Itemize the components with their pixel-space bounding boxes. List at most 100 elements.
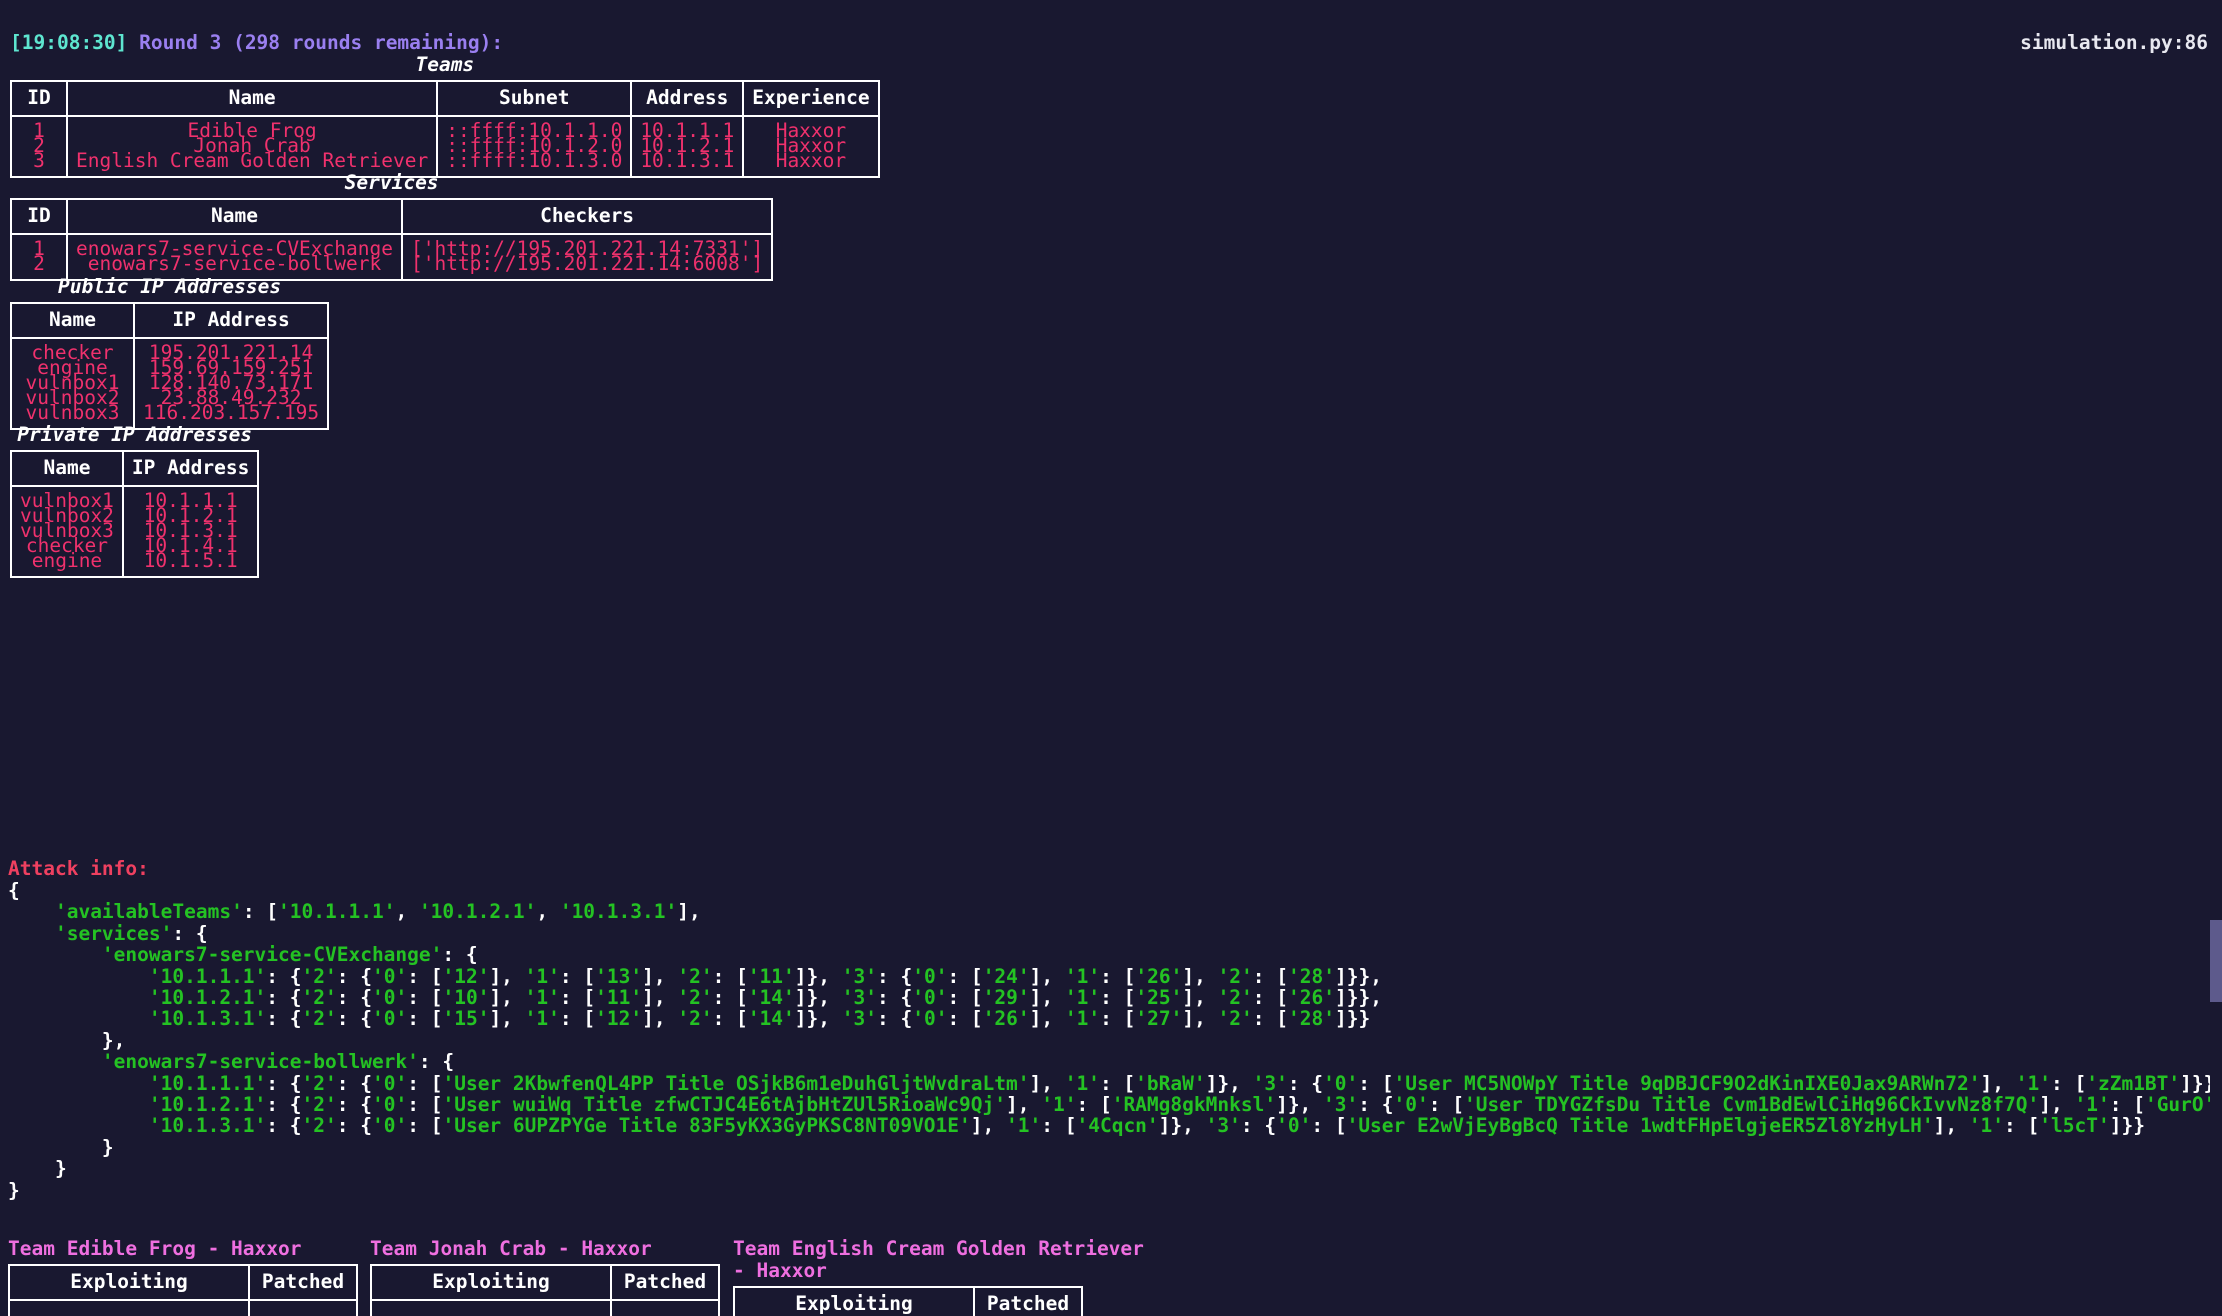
json-punctuation: : [: [560, 965, 595, 988]
json-string: '1': [1065, 1007, 1100, 1030]
table-cell: ['http://195.201.221.14:6008']: [402, 256, 772, 280]
json-string: '26': [983, 1007, 1030, 1030]
json-punctuation: : {: [877, 965, 912, 988]
column-header: Name: [11, 451, 123, 486]
json-string: '1': [1065, 1072, 1100, 1095]
json-string: '28': [1288, 1007, 1335, 1030]
json-punctuation: ],: [489, 986, 524, 1009]
table-cell: 10.1.5.1: [123, 553, 258, 577]
json-string: 'User E2wVjEyBgBcQ Title 1wdtFHpElgjeER5…: [1347, 1114, 1934, 1137]
json-punctuation: ],: [1029, 1072, 1064, 1095]
exploiting-cell: [9, 1300, 249, 1316]
json-string: '0': [372, 1114, 407, 1137]
team-panel-english-cream-golden-retriever: Team English Cream Golden Retriever - Ha…: [733, 1238, 1144, 1316]
json-line: '10.1.1.1': {'2': {'0': ['12'], '1': ['1…: [8, 966, 2222, 987]
column-header: Name: [67, 81, 437, 116]
round-status-text: Round 3 (298 rounds remaining):: [139, 31, 503, 54]
json-string: '1': [1065, 965, 1100, 988]
column-header: Subnet: [437, 81, 631, 116]
json-string: '10.1.1.1': [149, 965, 266, 988]
table-header-row: NameIP Address: [11, 303, 328, 338]
json-string: '2': [1218, 965, 1253, 988]
json-punctuation: [8, 1072, 149, 1095]
public-ip-table-block: Public IP Addresses NameIP Address check…: [10, 276, 329, 430]
json-line: 'availableTeams': ['10.1.1.1', '10.1.2.1…: [8, 901, 2222, 922]
column-header: IP Address: [123, 451, 258, 486]
column-header: Checkers: [402, 199, 772, 234]
services-table-caption: Services: [10, 172, 773, 193]
json-punctuation: : [: [2110, 1093, 2145, 1116]
json-string: '2': [302, 1114, 337, 1137]
json-punctuation: : [: [407, 965, 442, 988]
json-punctuation: : [: [1311, 1114, 1346, 1137]
json-string: '10': [442, 986, 489, 1009]
column-header: Exploiting: [371, 1265, 611, 1300]
json-punctuation: ]}},: [1335, 965, 1382, 988]
json-string: '0': [912, 986, 947, 1009]
json-line: {: [8, 880, 2222, 901]
team-panel-edible-frog: Team Edible Frog - Haxxor ExploitingPatc…: [8, 1238, 358, 1316]
json-string: 'enowars7-service-bollwerk': [102, 1050, 419, 1073]
json-punctuation: ]}}: [2110, 1114, 2145, 1137]
terminal-window: [19:08:30] Round 3 (298 rounds remaining…: [0, 0, 2222, 1316]
json-string: '1': [525, 1007, 560, 1030]
json-punctuation: : [: [1076, 1093, 1111, 1116]
json-line: }: [8, 1158, 2222, 1179]
services-table-block: Services IDNameCheckers 1enowars7-servic…: [10, 172, 773, 281]
json-punctuation: : [: [947, 965, 982, 988]
json-string: '2': [677, 1007, 712, 1030]
vertical-scrollbar-thumb[interactable]: [2210, 920, 2222, 1002]
json-punctuation: ]},: [795, 1007, 842, 1030]
json-punctuation: [8, 943, 102, 966]
json-punctuation: : {: [1358, 1093, 1393, 1116]
table-header-row: IDNameCheckers: [11, 199, 772, 234]
json-string: '3': [842, 986, 877, 1009]
json-string: '1': [1006, 1114, 1041, 1137]
json-punctuation: : {: [266, 986, 301, 1009]
json-string: '12': [442, 965, 489, 988]
vertical-scrollbar-track[interactable]: [2210, 0, 2222, 1316]
json-punctuation: : [: [713, 965, 748, 988]
attack-info-json: { 'availableTeams': ['10.1.1.1', '10.1.2…: [8, 880, 2222, 1201]
json-string: 'User MC5NOWpY Title 9qDBJCF9O2dKinIXE0J…: [1394, 1072, 1981, 1095]
json-string: '10.1.2.1': [419, 900, 536, 923]
json-string: '10.1.3.1': [560, 900, 677, 923]
column-header: Name: [67, 199, 402, 234]
private-ip-table-caption: Private IP Addresses: [10, 424, 259, 445]
json-punctuation: : [: [1041, 1114, 1076, 1137]
json-string: '25': [1135, 986, 1182, 1009]
json-string: '29': [983, 986, 1030, 1009]
json-punctuation: ]}},: [1335, 986, 1382, 1009]
json-punctuation: : [: [407, 1007, 442, 1030]
team-status-table: ExploitingPatched: [370, 1264, 720, 1316]
json-string: '13': [595, 965, 642, 988]
json-punctuation: : [: [1253, 1007, 1288, 1030]
teams-table-caption: Teams: [10, 54, 880, 75]
table-row: engine10.1.5.1: [11, 553, 258, 577]
log-timestamp: [19:08:30]: [10, 31, 127, 54]
column-header: IP Address: [134, 303, 328, 338]
json-punctuation: : [: [1358, 1072, 1393, 1095]
json-punctuation: : {: [337, 965, 372, 988]
json-string: '4Cqcn': [1076, 1114, 1158, 1137]
json-string: '15': [442, 1007, 489, 1030]
json-punctuation: : {: [266, 1093, 301, 1116]
json-string: '10.1.3.1': [149, 1114, 266, 1137]
json-punctuation: : [: [1100, 1072, 1135, 1095]
json-punctuation: ]},: [795, 986, 842, 1009]
json-line: 'enowars7-service-bollwerk': {: [8, 1051, 2222, 1072]
json-string: '1': [1969, 1114, 2004, 1137]
json-string: 'enowars7-service-CVExchange': [102, 943, 442, 966]
table-header-row: NameIP Address: [11, 451, 258, 486]
private-ip-table: NameIP Address vulnbox110.1.1.1vulnbox21…: [10, 450, 259, 578]
table-header-row: ExploitingPatched: [734, 1287, 1082, 1316]
json-punctuation: ],: [1030, 1007, 1065, 1030]
json-punctuation: : {: [337, 1007, 372, 1030]
json-string: '2': [302, 1072, 337, 1095]
json-punctuation: [8, 1114, 149, 1137]
json-string: '3': [842, 1007, 877, 1030]
json-punctuation: : {: [266, 1114, 301, 1137]
json-string: 'availableTeams': [55, 900, 243, 923]
json-punctuation: : {: [266, 965, 301, 988]
table-row: 1Edible Frog::ffff:10.1.1.010.1.1.1Haxxo…: [11, 116, 879, 138]
